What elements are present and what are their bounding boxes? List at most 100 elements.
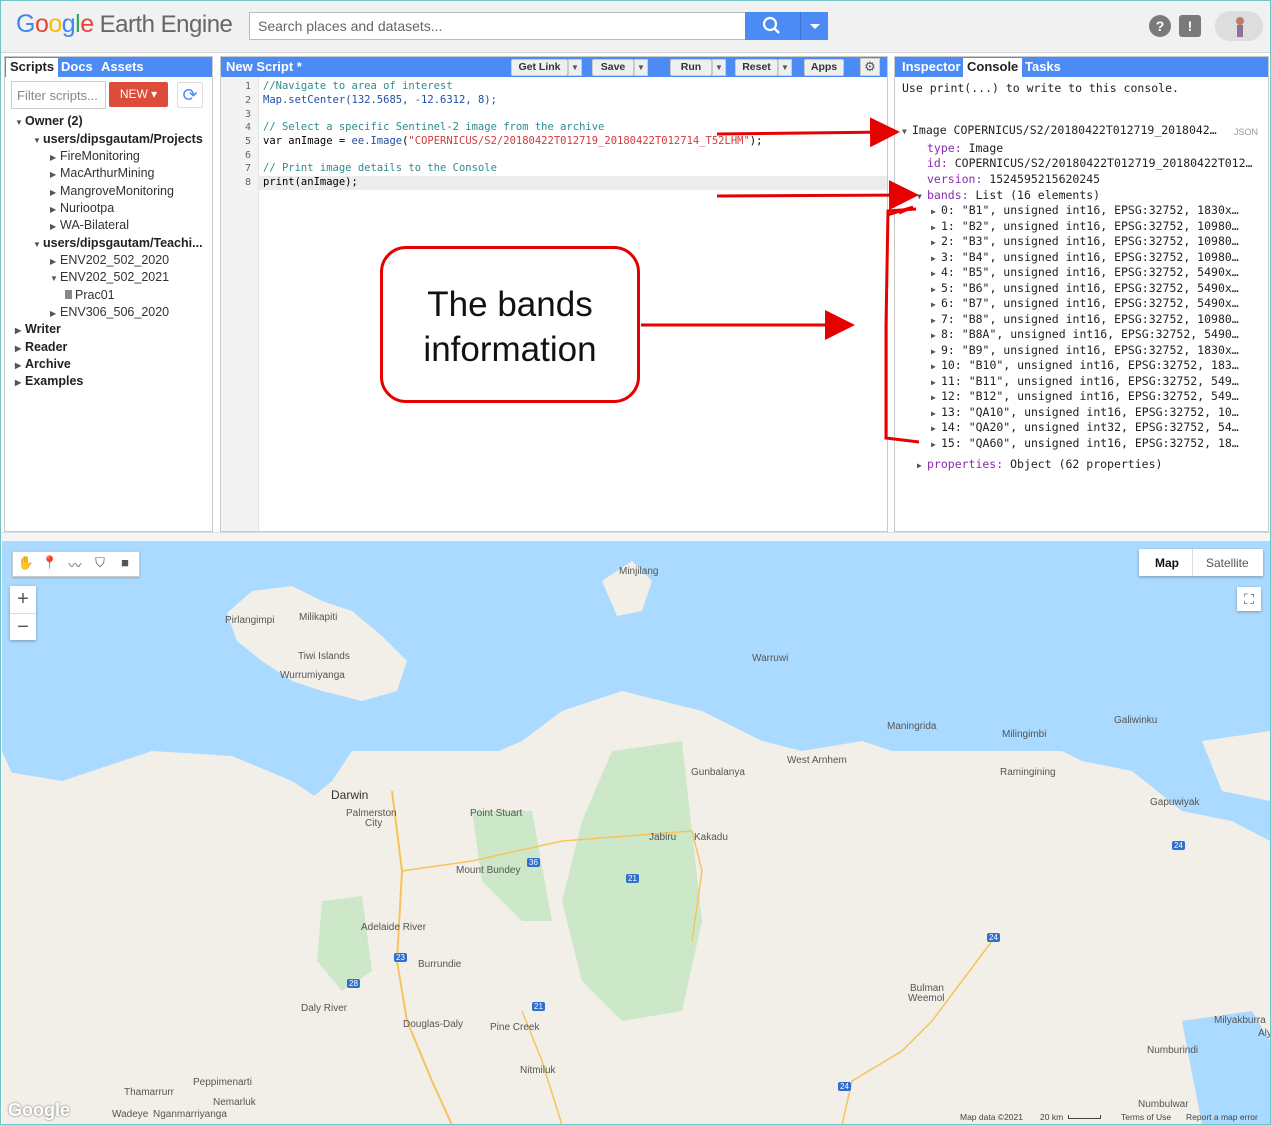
code-line-5[interactable]: var anImage = ee.Image("COPERNICUS/S2/20…: [263, 135, 762, 147]
json-link[interactable]: JSON: [1234, 127, 1258, 137]
get-link-dropdown[interactable]: ▼: [568, 59, 582, 76]
marker-icon[interactable]: 📍: [40, 555, 60, 573]
band-item[interactable]: ▶ 1: "B2", unsigned int16, EPSG:32752, 10…: [931, 219, 1247, 233]
new-button[interactable]: NEW ▾: [109, 82, 168, 107]
place-label: Milikapiti: [299, 612, 338, 623]
tree-folder[interactable]: ▶ ENV202_502_2020: [50, 253, 169, 267]
fullscreen-icon[interactable]: ⛶: [1237, 587, 1261, 611]
run-button[interactable]: Run: [670, 59, 712, 76]
filter-scripts-input[interactable]: Filter scripts...: [11, 81, 106, 109]
refresh-icon[interactable]: ⟳: [177, 82, 203, 108]
script-title[interactable]: New Script *: [222, 58, 306, 77]
tree-folder[interactable]: ▶ MangroveMonitoring: [50, 184, 174, 198]
band-item[interactable]: ▶ 9: "B9", unsigned int16, EPSG:32752, 18…: [931, 343, 1247, 357]
save-button[interactable]: Save: [592, 59, 634, 76]
band-item[interactable]: ▶ 12: "B12", unsigned int16, EPSG:32752, …: [931, 389, 1247, 403]
terms-link[interactable]: Terms of Use: [1121, 1112, 1171, 1122]
tab-tasks[interactable]: Tasks: [1021, 58, 1065, 77]
map-type-satellite[interactable]: Satellite: [1206, 556, 1249, 570]
tree-file[interactable]: Prac01: [65, 288, 115, 302]
polygon-icon[interactable]: ⛉: [90, 555, 110, 573]
band-item[interactable]: ▶ 3: "B4", unsigned int16, EPSG:32752, 10…: [931, 250, 1247, 264]
expanded-icon: ▼: [50, 274, 58, 283]
tab-assets[interactable]: Assets: [97, 58, 148, 77]
feedback-icon[interactable]: !: [1179, 15, 1201, 37]
tab-scripts[interactable]: Scripts: [6, 58, 59, 77]
band-item[interactable]: ▶ 6: "B7", unsigned int16, EPSG:32752, 54…: [931, 296, 1247, 310]
search-dropdown-button[interactable]: [800, 12, 828, 40]
help-icon[interactable]: ?: [1149, 15, 1171, 37]
key: id:: [927, 156, 948, 170]
collapsed-icon: ▶: [931, 207, 936, 216]
place-label: Pine Creek: [490, 1022, 540, 1033]
code-function: Map.setCenter: [263, 94, 346, 106]
tree-reader-label: Reader: [25, 340, 68, 354]
tree-folder[interactable]: ▶ WA-Bilateral: [50, 218, 129, 232]
run-dropdown[interactable]: ▼: [712, 59, 726, 76]
reset-dropdown[interactable]: ▼: [778, 59, 792, 76]
map-view[interactable]: ✋ 📍 〰 ⛉ ■ + − Map Satellite ⛶ Minjilang …: [2, 541, 1270, 1124]
band-item[interactable]: ▶ 8: "B8A", unsigned int16, EPSG:32752, 5…: [931, 327, 1247, 341]
apps-button[interactable]: Apps: [804, 59, 844, 76]
gear-icon[interactable]: ⚙: [860, 58, 880, 76]
tree-owner[interactable]: ▼ Owner (2): [15, 114, 83, 128]
rectangle-icon[interactable]: ■: [115, 555, 135, 573]
zoom-in-button[interactable]: +: [10, 586, 36, 613]
band-item[interactable]: ▶ 0: "B1", unsigned int16, EPSG:32752, 18…: [931, 203, 1247, 217]
reset-button[interactable]: Reset: [735, 59, 778, 76]
tree-folder[interactable]: ▶ ENV306_506_2020: [50, 305, 169, 319]
band-item[interactable]: ▶ 13: "QA10", unsigned int16, EPSG:32752,…: [931, 405, 1247, 419]
avatar[interactable]: [1215, 11, 1263, 41]
tab-inspector[interactable]: Inspector: [898, 58, 965, 77]
app-logo[interactable]: Google Earth Engine: [16, 10, 233, 39]
code-line-1[interactable]: //Navigate to area of interest: [263, 80, 453, 92]
band-item[interactable]: ▶ 7: "B8", unsigned int16, EPSG:32752, 10…: [931, 312, 1247, 326]
collapsed-icon: ▶: [931, 300, 936, 309]
panel-splitter[interactable]: [1, 532, 1270, 541]
tree-folder[interactable]: ▼ ENV202_502_2021: [50, 270, 169, 284]
map-type-map[interactable]: Map: [1155, 556, 1179, 570]
console-properties[interactable]: ▶ properties: Object (62 properties): [917, 457, 1162, 471]
save-dropdown[interactable]: ▼: [634, 59, 648, 76]
code-line-4[interactable]: // Select a specific Sentinel-2 image fr…: [263, 121, 604, 133]
map-type-control: Map Satellite: [1139, 549, 1263, 576]
band-item[interactable]: ▶ 4: "B5", unsigned int16, EPSG:32752, 54…: [931, 265, 1247, 279]
tree-examples[interactable]: ▶ Examples: [15, 374, 83, 388]
band-item[interactable]: ▶ 2: "B3", unsigned int16, EPSG:32752, 10…: [931, 234, 1247, 248]
band-item-label: 0: "B1", unsigned int16, EPSG:32752, 183…: [941, 203, 1239, 217]
tree-writer[interactable]: ▶ Writer: [15, 322, 61, 336]
band-item-label: 9: "B9", unsigned int16, EPSG:32752, 183…: [941, 342, 1239, 357]
tree-repo-projects[interactable]: ▼ users/dipsgautam/Projects: [33, 132, 203, 146]
zoom-out-button[interactable]: −: [10, 613, 36, 640]
code-line-2[interactable]: Map.setCenter(132.5685, -12.6312, 8);: [263, 94, 497, 106]
place-label: Numbulwar: [1138, 1099, 1189, 1110]
code-line-8[interactable]: print(anImage);: [263, 176, 358, 188]
place-label: Weemol: [908, 993, 945, 1004]
expanded-icon: ▼: [902, 127, 907, 136]
get-link-button[interactable]: Get Link: [511, 59, 568, 76]
search-button[interactable]: [745, 12, 800, 40]
tree-repo-teaching[interactable]: ▼ users/dipsgautam/Teachi...: [33, 236, 203, 250]
band-item[interactable]: ▶ 14: "QA20", unsigned int32, EPSG:32752,…: [931, 420, 1247, 434]
line-icon[interactable]: 〰: [65, 555, 85, 573]
console-id: id: COPERNICUS/S2/20180422T012719_201804…: [927, 156, 1267, 170]
console-bands[interactable]: ▼ bands: List (16 elements): [917, 188, 1100, 202]
tree-folder[interactable]: ▶ FireMonitoring: [50, 149, 140, 163]
console-image-header[interactable]: ▼ Image COPERNICUS/S2/20180422T012719_201…: [902, 123, 1235, 137]
code-line-7[interactable]: // Print image details to the Console: [263, 162, 497, 174]
pan-hand-icon[interactable]: ✋: [16, 555, 36, 573]
collapsed-icon: ▶: [15, 378, 22, 387]
report-error-link[interactable]: Report a map error: [1186, 1112, 1258, 1122]
band-item[interactable]: ▶ 10: "B10", unsigned int16, EPSG:32752, …: [931, 358, 1247, 372]
band-item[interactable]: ▶ 15: "QA60", unsigned int16, EPSG:32752,…: [931, 436, 1247, 450]
tab-console[interactable]: Console: [963, 58, 1023, 77]
scripts-panel-tabs: Scripts Docs Assets: [5, 57, 212, 77]
tree-folder[interactable]: ▶ Nuriootpa: [50, 201, 114, 215]
tab-docs[interactable]: Docs: [57, 58, 97, 77]
tree-reader[interactable]: ▶ Reader: [15, 340, 67, 354]
tree-folder[interactable]: ▶ MacArthurMining: [50, 166, 154, 180]
band-item[interactable]: ▶ 5: "B6", unsigned int16, EPSG:32752, 54…: [931, 281, 1247, 295]
search-input[interactable]: Search places and datasets...: [249, 12, 746, 40]
tree-archive[interactable]: ▶ Archive: [15, 357, 71, 371]
band-item[interactable]: ▶ 11: "B11", unsigned int16, EPSG:32752, …: [931, 374, 1247, 388]
